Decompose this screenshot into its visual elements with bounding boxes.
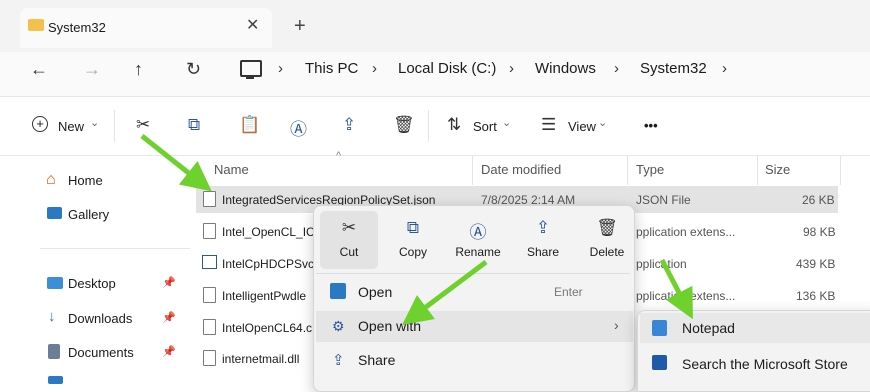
arrow-to-rename — [402, 260, 488, 325]
arrow-to-cut — [140, 134, 212, 192]
arrow-to-notepad — [659, 258, 693, 320]
annotation-arrows — [140, 134, 693, 325]
